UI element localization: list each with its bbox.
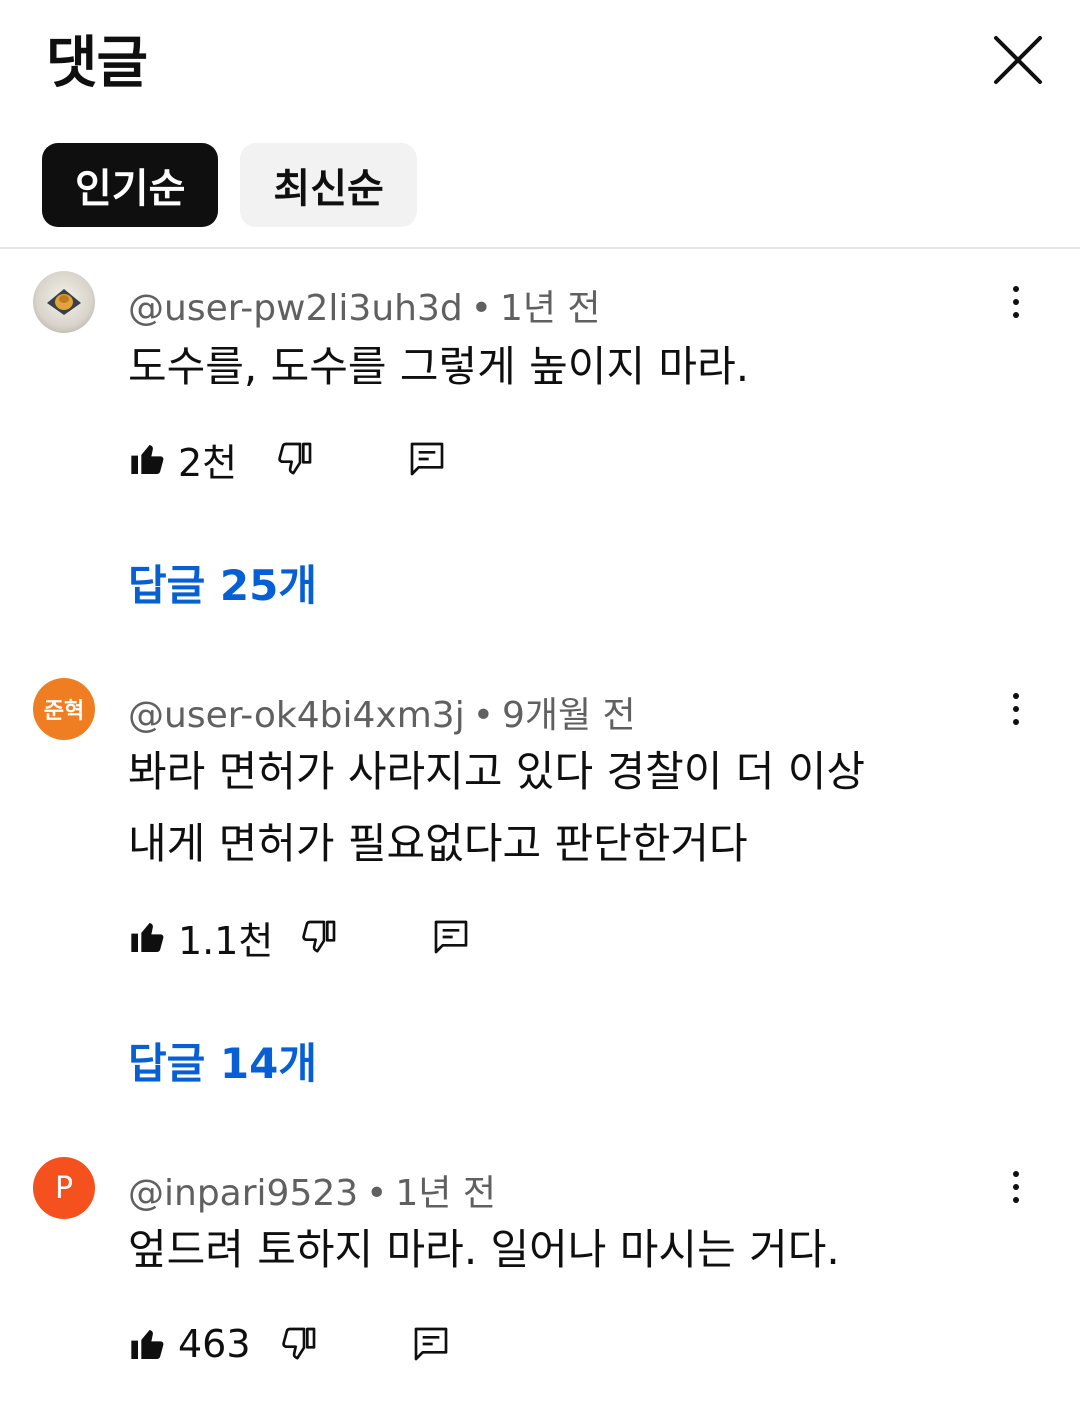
comment-line: 도수를, 도수를 그렇게 높이지 마라. [128,342,750,391]
dislike-button[interactable] [299,917,339,957]
comment-text: 봐라 면허가 사라지고 있다 경찰이 더 이상 내게 면허가 필요없다고 판단한… [128,736,958,880]
more-options-button[interactable] [998,687,1034,731]
comments-header: 댓글 [0,0,1080,120]
comment-line: 내게 면허가 필요없다고 판단한거다 [128,819,748,868]
reply-button[interactable] [411,1324,451,1364]
comment-actions: 463 [128,1319,451,1369]
kebab-dot [1013,1197,1019,1203]
comment-text: 엎드려 토하지 마라. 일어나 마시는 거다. [128,1214,958,1286]
close-icon [994,36,1042,84]
comment-actions: 1.1천 [128,910,471,965]
kebab-dot [1013,719,1019,725]
kebab-dot [1013,693,1019,699]
kebab-dot [1013,706,1019,712]
comment-meta: @user-ok4bi4xm3j • 9개월 전 [128,686,636,738]
more-options-button[interactable] [998,280,1034,324]
reply-button[interactable] [407,439,447,479]
comment-meta: @inpari9523 • 1년 전 [128,1164,496,1216]
comment-time: 9개월 전 [501,695,636,736]
comment-author[interactable]: @inpari9523 [128,1173,358,1214]
more-options-button[interactable] [998,1165,1034,1209]
comment-author[interactable]: @user-ok4bi4xm3j [128,695,465,736]
thumbs-up-icon [131,444,164,474]
like-button[interactable]: 463 [128,1322,251,1366]
kebab-dot [1013,312,1019,318]
thumbs-down-icon [302,920,336,953]
thumbs-down-icon [281,1327,315,1360]
close-button[interactable] [988,30,1048,90]
page-title: 댓글 [46,31,148,96]
comment-actions: 2천 [128,432,447,487]
meta-separator: • [366,1173,388,1214]
avatar[interactable]: P [33,1157,95,1219]
kebab-dot [1013,286,1019,292]
comment-reply-icon [410,442,444,476]
like-count: 463 [178,1322,251,1366]
kebab-dot [1013,1184,1019,1190]
view-replies-link[interactable]: 답글 25개 [128,552,317,613]
avatar[interactable] [33,271,95,333]
thumbs-up-icon [131,1329,164,1359]
comment-text: 도수를, 도수를 그렇게 높이지 마라. [128,331,958,403]
comment-author[interactable]: @user-pw2li3uh3d [128,288,463,329]
thumbs-down-icon [278,442,312,475]
comment-line: 엎드려 토하지 마라. 일어나 마시는 거다. [128,1225,840,1274]
comment-reply-icon [435,920,468,954]
sort-chip-newest[interactable]: 최신순 [240,143,417,227]
dislike-button[interactable] [279,1324,319,1364]
like-button[interactable]: 1.1천 [128,910,273,965]
thumbs-up-icon [131,922,164,952]
comment-time: 1년 전 [499,288,601,329]
meta-separator: • [472,695,494,736]
comment-line: 봐라 면허가 사라지고 있다 경찰이 더 이상 [128,747,865,796]
like-count: 2천 [178,440,238,485]
like-button[interactable]: 2천 [128,432,237,487]
sort-chips: 인기순 최신순 [42,143,417,227]
like-count: 1.1천 [178,918,274,963]
user-photo-icon [47,289,81,315]
sort-chip-popular[interactable]: 인기순 [42,143,219,227]
kebab-dot [1013,1171,1019,1177]
avatar[interactable]: 준혁 [33,678,95,740]
kebab-dot [1013,299,1019,305]
reply-button[interactable] [431,917,471,957]
comment-meta: @user-pw2li3uh3d • 1년 전 [128,279,601,331]
meta-separator: • [470,288,492,329]
dislike-button[interactable] [275,439,315,479]
view-replies-link[interactable]: 답글 14개 [128,1030,317,1091]
comment-time: 1년 전 [395,1173,496,1214]
divider [0,247,1080,249]
comment-reply-icon [414,1327,447,1361]
